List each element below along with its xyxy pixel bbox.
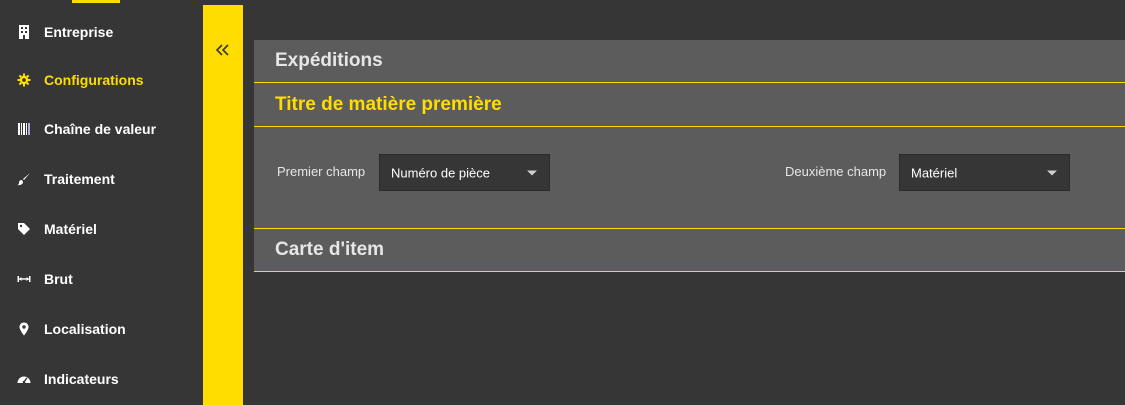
section-header-raw-material-title[interactable]: Titre de matière première bbox=[254, 83, 1125, 127]
section-title: Titre de matière première bbox=[275, 93, 502, 115]
sidebar-item-label: Entreprise bbox=[44, 24, 114, 40]
settings-panel: Expéditions Titre de matière première Pr… bbox=[254, 40, 1125, 272]
sidebar: Entreprise Configurations Chaîne de vale… bbox=[0, 0, 203, 405]
select-value: Numéro de pièce bbox=[391, 165, 490, 180]
barcode-icon bbox=[16, 121, 32, 137]
sidebar-item-label: Indicateurs bbox=[44, 371, 119, 387]
second-field-label: Deuxième champ bbox=[785, 164, 887, 179]
sidebar-item-label: Matériel bbox=[44, 221, 97, 237]
sidebar-top-accent bbox=[72, 0, 120, 3]
gear-icon bbox=[16, 72, 32, 88]
sidebar-item-chaine-de-valeur[interactable]: Chaîne de valeur bbox=[0, 109, 203, 149]
second-field-select[interactable]: Matériel bbox=[899, 154, 1070, 191]
first-field-select[interactable]: Numéro de pièce bbox=[379, 154, 550, 191]
double-chevron-left-icon[interactable] bbox=[213, 40, 233, 60]
map-marker-icon bbox=[16, 321, 32, 337]
building-icon bbox=[16, 24, 32, 40]
sidebar-item-label: Localisation bbox=[44, 321, 126, 337]
sidebar-item-materiel[interactable]: Matériel bbox=[0, 209, 203, 249]
sidebar-item-label: Chaîne de valeur bbox=[44, 121, 157, 137]
section-title: Carte d'item bbox=[275, 239, 385, 260]
tag-icon bbox=[16, 221, 32, 237]
sidebar-item-brut[interactable]: Brut bbox=[0, 259, 203, 299]
brush-icon bbox=[16, 171, 32, 187]
section-title: Expéditions bbox=[275, 50, 383, 71]
sidebar-item-indicateurs[interactable]: Indicateurs bbox=[0, 359, 203, 399]
sidebar-item-traitement[interactable]: Traitement bbox=[0, 159, 203, 199]
sidebar-item-label: Brut bbox=[44, 271, 73, 287]
section-header-item-card[interactable]: Carte d'item bbox=[254, 228, 1125, 272]
sidebar-item-entreprise[interactable]: Entreprise bbox=[0, 12, 203, 52]
sidebar-item-label: Traitement bbox=[44, 171, 115, 187]
select-value: Matériel bbox=[911, 165, 958, 180]
caret-down-icon bbox=[1047, 170, 1057, 175]
measure-icon bbox=[16, 271, 32, 287]
section-header-expeditions[interactable]: Expéditions bbox=[254, 40, 1125, 83]
dashboard-icon bbox=[16, 371, 32, 387]
sidebar-item-label: Configurations bbox=[44, 72, 144, 88]
caret-down-icon bbox=[527, 170, 537, 175]
sidebar-item-configurations[interactable]: Configurations bbox=[0, 60, 203, 100]
sidebar-collapse-bar[interactable] bbox=[203, 5, 243, 405]
first-field-label: Premier champ bbox=[277, 164, 366, 179]
sidebar-item-localisation[interactable]: Localisation bbox=[0, 309, 203, 349]
